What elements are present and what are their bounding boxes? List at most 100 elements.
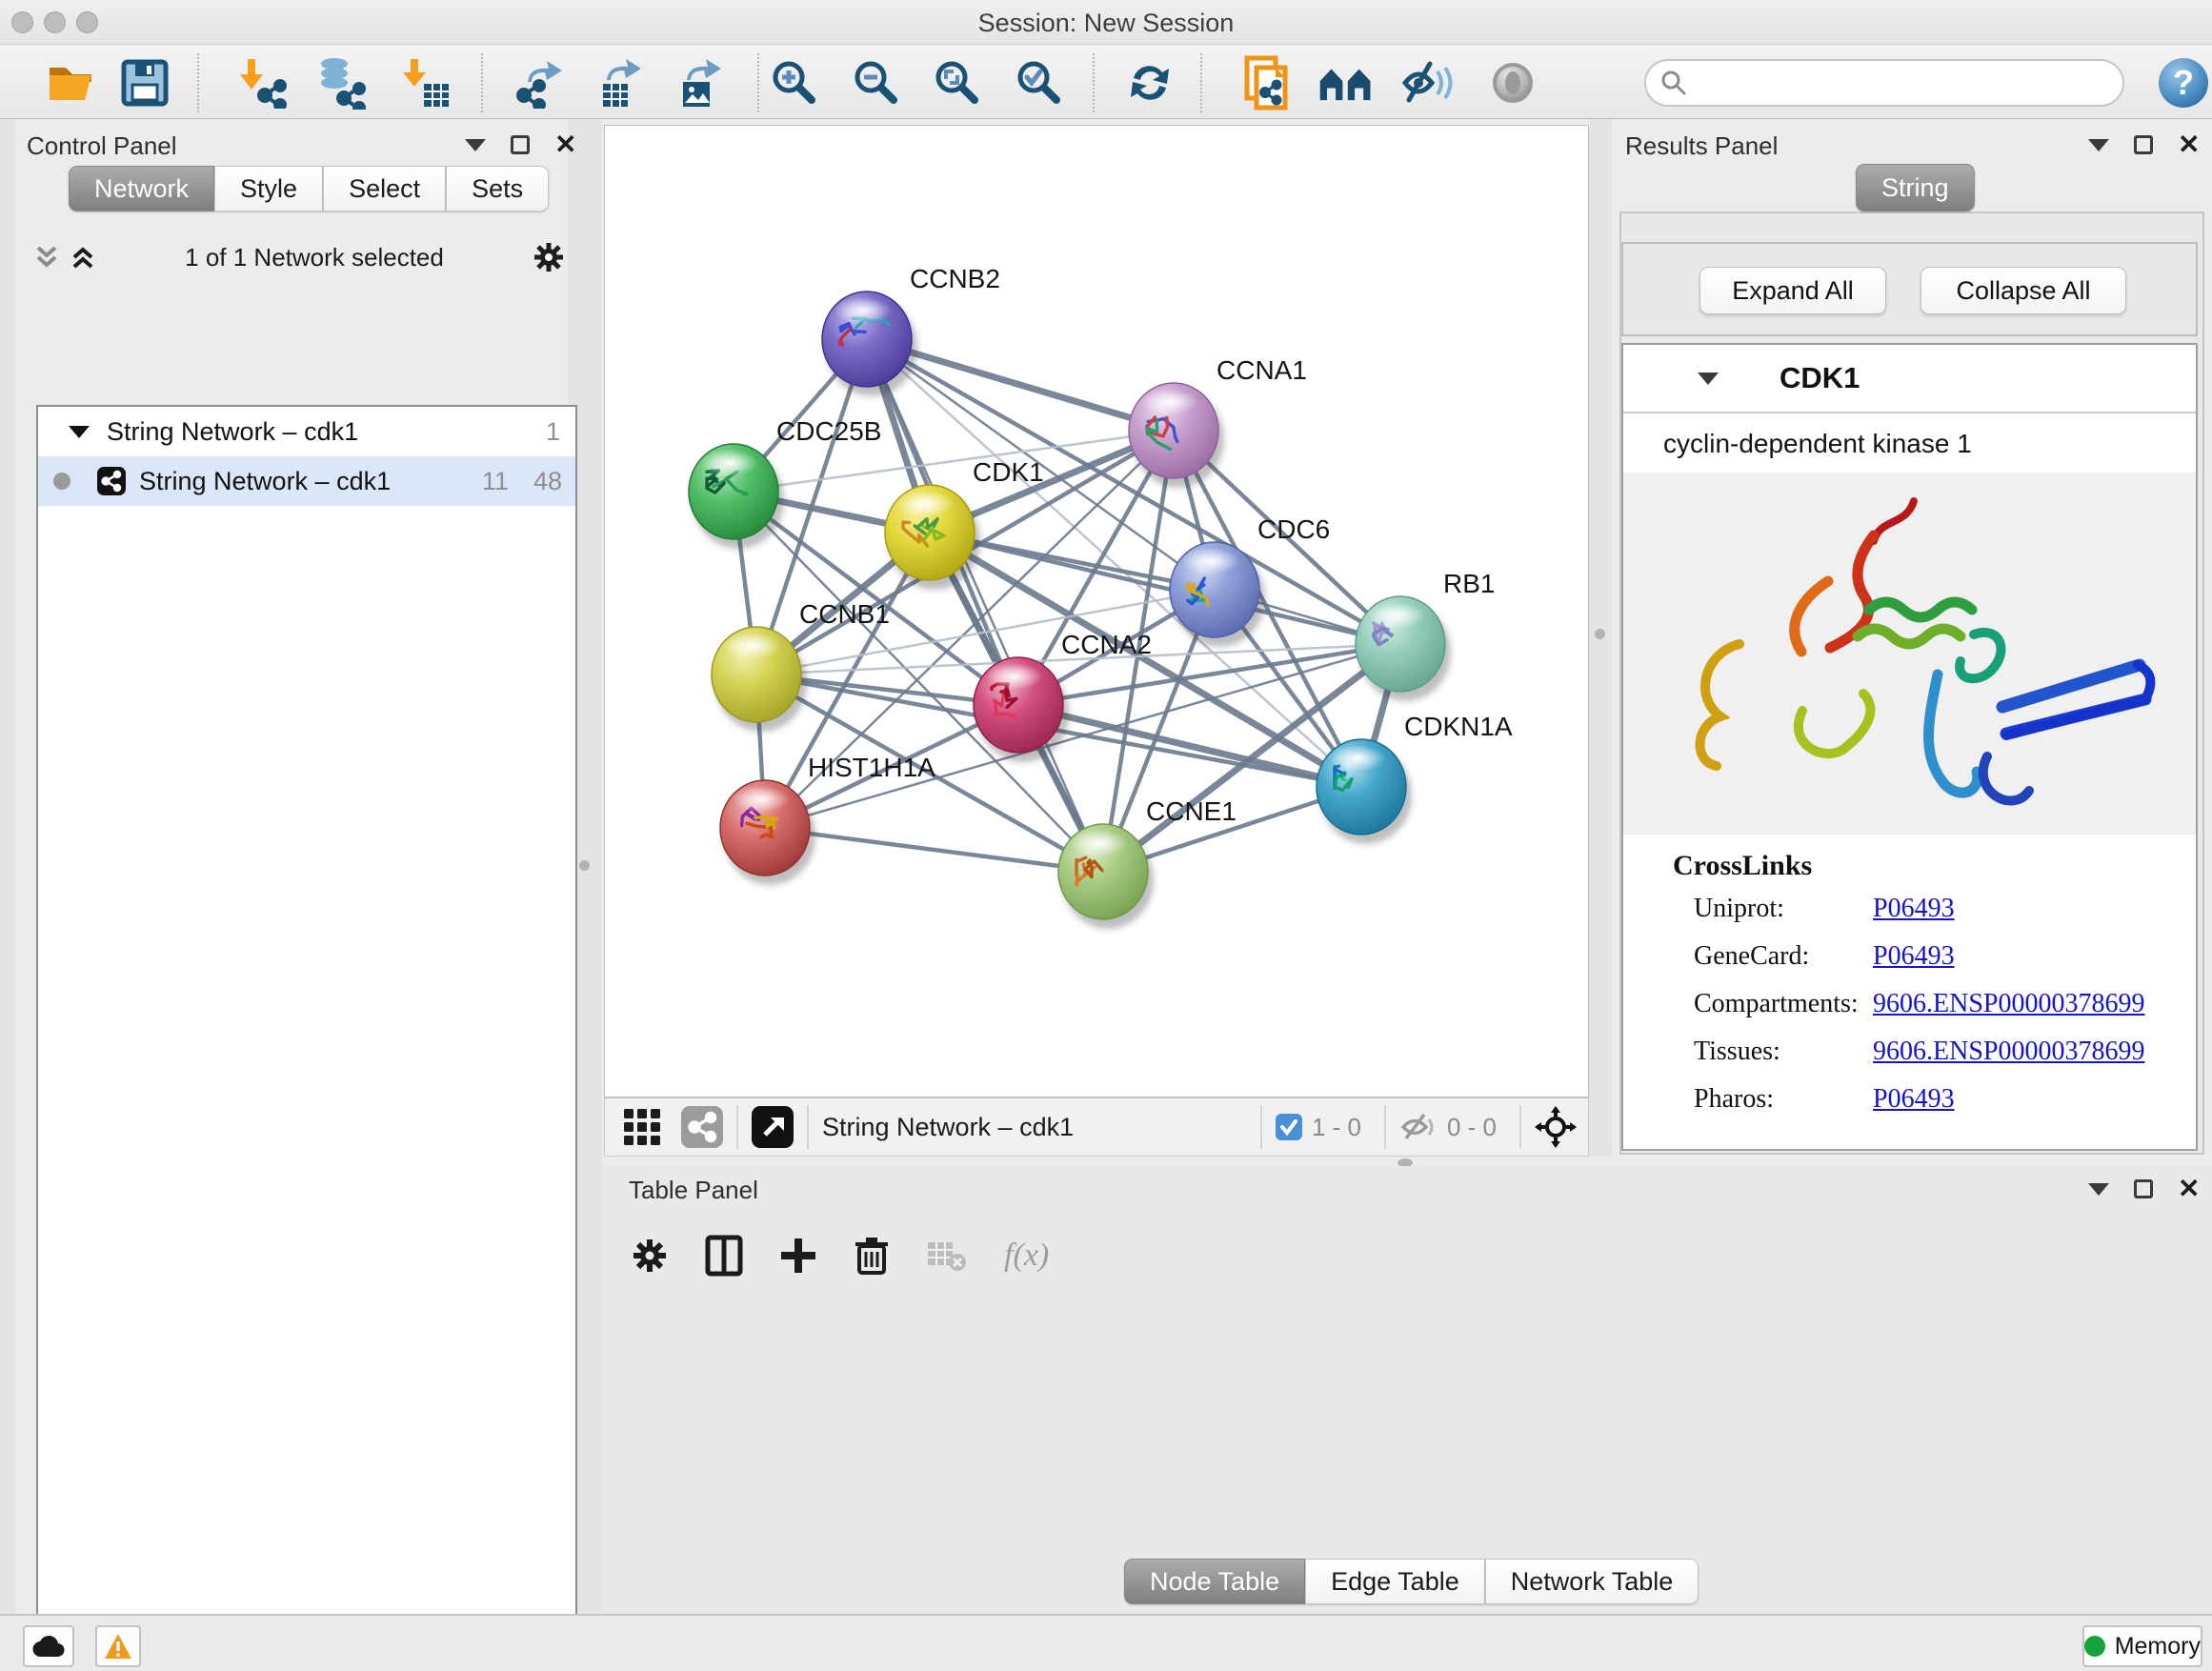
hide-panel-eye-icon[interactable] bbox=[1400, 55, 1458, 111]
right-splitter-handle[interactable] bbox=[1595, 629, 1605, 639]
section-collapse-icon[interactable] bbox=[1698, 372, 1719, 385]
collapse-all-icon[interactable] bbox=[32, 242, 61, 272]
collapse-all-button[interactable]: Collapse All bbox=[1920, 267, 2126, 314]
toolbar-separator bbox=[1200, 53, 1202, 112]
search-field[interactable] bbox=[1644, 59, 2124, 107]
network-edge-HIST1H1A-CCNE1[interactable] bbox=[765, 828, 1103, 872]
crosslink-uniprot[interactable]: P06493 bbox=[1873, 894, 2196, 924]
node-label-CCNA1: CCNA1 bbox=[1217, 355, 1307, 385]
network-row-selected[interactable]: String Network – cdk1 11 48 bbox=[38, 456, 575, 506]
network-edge-CCNB2-CCNE1[interactable] bbox=[867, 339, 1103, 872]
selected-count: 1 - 0 bbox=[1312, 1113, 1361, 1142]
import-network-file-icon[interactable] bbox=[233, 55, 291, 111]
footer-separator bbox=[1519, 1105, 1521, 1149]
protein-description: cyclin-dependent kinase 1 bbox=[1623, 413, 2196, 473]
network-options-gear-icon[interactable] bbox=[532, 240, 566, 274]
panel-menu-icon[interactable] bbox=[2088, 1183, 2109, 1196]
import-network-from-database-icon[interactable] bbox=[312, 55, 369, 111]
network-node-CDKN1A[interactable] bbox=[1317, 739, 1412, 844]
grid-view-icon[interactable] bbox=[620, 1105, 664, 1149]
left-splitter-handle[interactable] bbox=[579, 860, 590, 871]
footer-separator bbox=[1260, 1105, 1262, 1149]
expand-all-icon[interactable] bbox=[69, 242, 97, 272]
cdk1-section-header[interactable]: CDK1 bbox=[1623, 345, 2196, 413]
network-node-CCNA2[interactable] bbox=[974, 657, 1069, 762]
panel-close-icon[interactable]: ✕ bbox=[2178, 1179, 2200, 1198]
panel-float-icon[interactable] bbox=[2134, 1179, 2153, 1198]
delete-table-icon[interactable] bbox=[926, 1238, 968, 1273]
zoom-out-icon[interactable] bbox=[848, 55, 905, 111]
refresh-icon[interactable] bbox=[1121, 55, 1178, 111]
network-collection-row[interactable]: String Network – cdk1 1 bbox=[38, 407, 575, 456]
selected-checkbox-icon[interactable] bbox=[1276, 1114, 1302, 1140]
export-image-icon[interactable] bbox=[669, 55, 726, 111]
network-canvas[interactable]: CCNB2CCNA1CDC25BCDK1CDC6RB1CCNB1CCNA2CDK… bbox=[604, 125, 1589, 1097]
birdseye-crosshair-icon[interactable] bbox=[1535, 1106, 1577, 1148]
export-network-icon[interactable] bbox=[508, 55, 565, 111]
tab-network-table[interactable]: Network Table bbox=[1485, 1559, 1699, 1604]
network-node-CDC25B[interactable] bbox=[689, 444, 784, 549]
panel-float-icon[interactable] bbox=[511, 135, 530, 154]
tab-style[interactable]: Style bbox=[214, 166, 323, 211]
node-label-CCNA2: CCNA2 bbox=[1061, 630, 1152, 659]
network-view-title: String Network – cdk1 bbox=[822, 1113, 1074, 1142]
expand-all-button[interactable]: Expand All bbox=[1699, 267, 1886, 314]
panel-menu-icon[interactable] bbox=[465, 139, 486, 151]
network-view-icon[interactable] bbox=[681, 1106, 723, 1148]
panel-close-icon[interactable]: ✕ bbox=[2178, 135, 2200, 154]
panel-menu-icon[interactable] bbox=[2088, 139, 2109, 151]
collection-expand-icon[interactable] bbox=[69, 426, 90, 438]
node-label-CDKN1A: CDKN1A bbox=[1404, 712, 1513, 741]
show-panel-eye-icon[interactable] bbox=[1484, 55, 1541, 111]
string-home-icon[interactable] bbox=[1317, 55, 1375, 111]
crosslink-label: GeneCard: bbox=[1694, 941, 1873, 972]
cdk1-result-card: CDK1 cyclin-dependent kinase 1 bbox=[1621, 343, 2198, 1151]
network-edge-CDK1-RB1[interactable] bbox=[930, 533, 1400, 644]
panel-close-icon[interactable]: ✕ bbox=[554, 135, 576, 154]
protein-structure-image bbox=[1623, 473, 2196, 835]
cloud-status-button[interactable] bbox=[23, 1625, 74, 1667]
network-node-HIST1H1A[interactable] bbox=[720, 780, 815, 885]
title-bar: Session: New Session bbox=[0, 0, 2212, 45]
open-session-icon[interactable] bbox=[44, 55, 101, 111]
search-icon bbox=[1659, 69, 1688, 97]
tab-network[interactable]: Network bbox=[69, 166, 214, 211]
network-node-RB1[interactable] bbox=[1356, 596, 1451, 701]
help-icon[interactable]: ? bbox=[2155, 55, 2212, 111]
clone-network-icon[interactable] bbox=[1238, 55, 1296, 111]
tab-select[interactable]: Select bbox=[323, 166, 446, 211]
network-node-CDK1[interactable] bbox=[885, 485, 980, 590]
toolbar-separator bbox=[1093, 53, 1095, 112]
crosslink-genecard[interactable]: P06493 bbox=[1873, 941, 2196, 972]
tab-node-table[interactable]: Node Table bbox=[1124, 1559, 1305, 1604]
table-settings-gear-icon[interactable] bbox=[631, 1237, 669, 1275]
tab-sets[interactable]: Sets bbox=[446, 166, 549, 211]
crosslink-tissues[interactable]: 9606.ENSP00000378699 bbox=[1873, 1037, 2196, 1067]
zoom-selected-icon[interactable] bbox=[1011, 55, 1068, 111]
network-view-toolbar: String Network – cdk1 1 - 0 0 - 0 bbox=[604, 1097, 1589, 1157]
collection-label: String Network – cdk1 bbox=[107, 417, 358, 447]
collection-count: 1 bbox=[546, 417, 560, 447]
add-column-icon[interactable] bbox=[705, 1235, 743, 1277]
zoom-in-icon[interactable] bbox=[766, 55, 823, 111]
panel-float-icon[interactable] bbox=[2134, 135, 2153, 154]
tab-edge-table[interactable]: Edge Table bbox=[1305, 1559, 1485, 1604]
memory-button[interactable]: Memory bbox=[2082, 1625, 2202, 1667]
function-builder-icon[interactable]: f(x) bbox=[1004, 1238, 1049, 1274]
svg-text:?: ? bbox=[2173, 63, 2194, 102]
save-session-icon[interactable] bbox=[116, 55, 173, 111]
export-table-icon[interactable] bbox=[589, 55, 646, 111]
search-input[interactable] bbox=[1688, 70, 2088, 97]
import-table-icon[interactable] bbox=[396, 55, 453, 111]
crosslink-pharos[interactable]: P06493 bbox=[1873, 1084, 2196, 1115]
warning-icon bbox=[104, 1633, 132, 1660]
delete-trash-icon[interactable] bbox=[854, 1235, 890, 1277]
open-in-window-icon[interactable] bbox=[752, 1106, 794, 1148]
zoom-fit-icon[interactable] bbox=[929, 55, 986, 111]
warning-button[interactable] bbox=[95, 1625, 141, 1667]
network-node-CCNB2[interactable] bbox=[822, 292, 917, 396]
crosslink-compartments[interactable]: 9606.ENSP00000378699 bbox=[1873, 989, 2196, 1019]
network-node-CCNA1[interactable] bbox=[1129, 383, 1224, 488]
window-title: Session: New Session bbox=[0, 9, 2212, 38]
add-row-plus-icon[interactable] bbox=[779, 1237, 817, 1275]
